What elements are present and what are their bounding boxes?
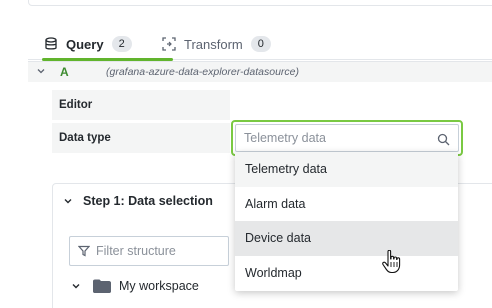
tab-transform[interactable]: Transform 0 [162, 28, 271, 60]
query-row-header[interactable]: A (grafana-azure-data-explorer-datasourc… [28, 61, 492, 82]
option-alarm-data[interactable]: Alarm data [235, 187, 458, 222]
datasource-name: (grafana-azure-data-explorer-datasource) [106, 66, 299, 78]
hand-pointer-cursor-icon [382, 250, 401, 274]
filter-structure-field[interactable] [69, 236, 229, 266]
chevron-down-icon[interactable] [71, 281, 81, 291]
transform-icon [162, 37, 176, 51]
data-type-label: Data type [52, 123, 230, 153]
step-1-header[interactable]: Step 1: Data selection [63, 194, 213, 208]
top-panel [28, 0, 492, 6]
tab-query-label: Query [66, 36, 104, 52]
filter-icon [78, 245, 90, 257]
tab-query-count: 2 [111, 36, 132, 52]
tab-transform-label: Transform [184, 36, 243, 52]
tree-item-label: My workspace [119, 279, 199, 293]
chevron-down-icon[interactable] [36, 66, 46, 76]
option-worldmap[interactable]: Worldmap [235, 256, 458, 291]
tree-item-my-workspace[interactable]: My workspace [71, 279, 199, 293]
chevron-down-icon [64, 199, 72, 204]
tab-transform-count: 0 [250, 36, 271, 52]
step-1-title: Step 1: Data selection [83, 194, 213, 208]
query-letter: A [60, 65, 69, 79]
database-icon [45, 37, 57, 50]
option-device-data[interactable]: Device data [235, 221, 458, 256]
data-type-input[interactable] [244, 131, 424, 145]
tab-query[interactable]: Query 2 [44, 28, 132, 60]
filter-structure-input[interactable] [96, 244, 216, 258]
data-type-dropdown-menu: Telemetry data Alarm data Device data Wo… [235, 152, 458, 291]
search-icon [437, 133, 450, 146]
data-type-select[interactable] [231, 120, 463, 156]
option-telemetry-data[interactable]: Telemetry data [235, 152, 458, 187]
data-type-select-inner [235, 124, 459, 152]
editor-label: Editor [52, 90, 230, 120]
folder-icon [93, 279, 111, 293]
query-tabs: Query 2 Transform 0 [28, 28, 492, 61]
